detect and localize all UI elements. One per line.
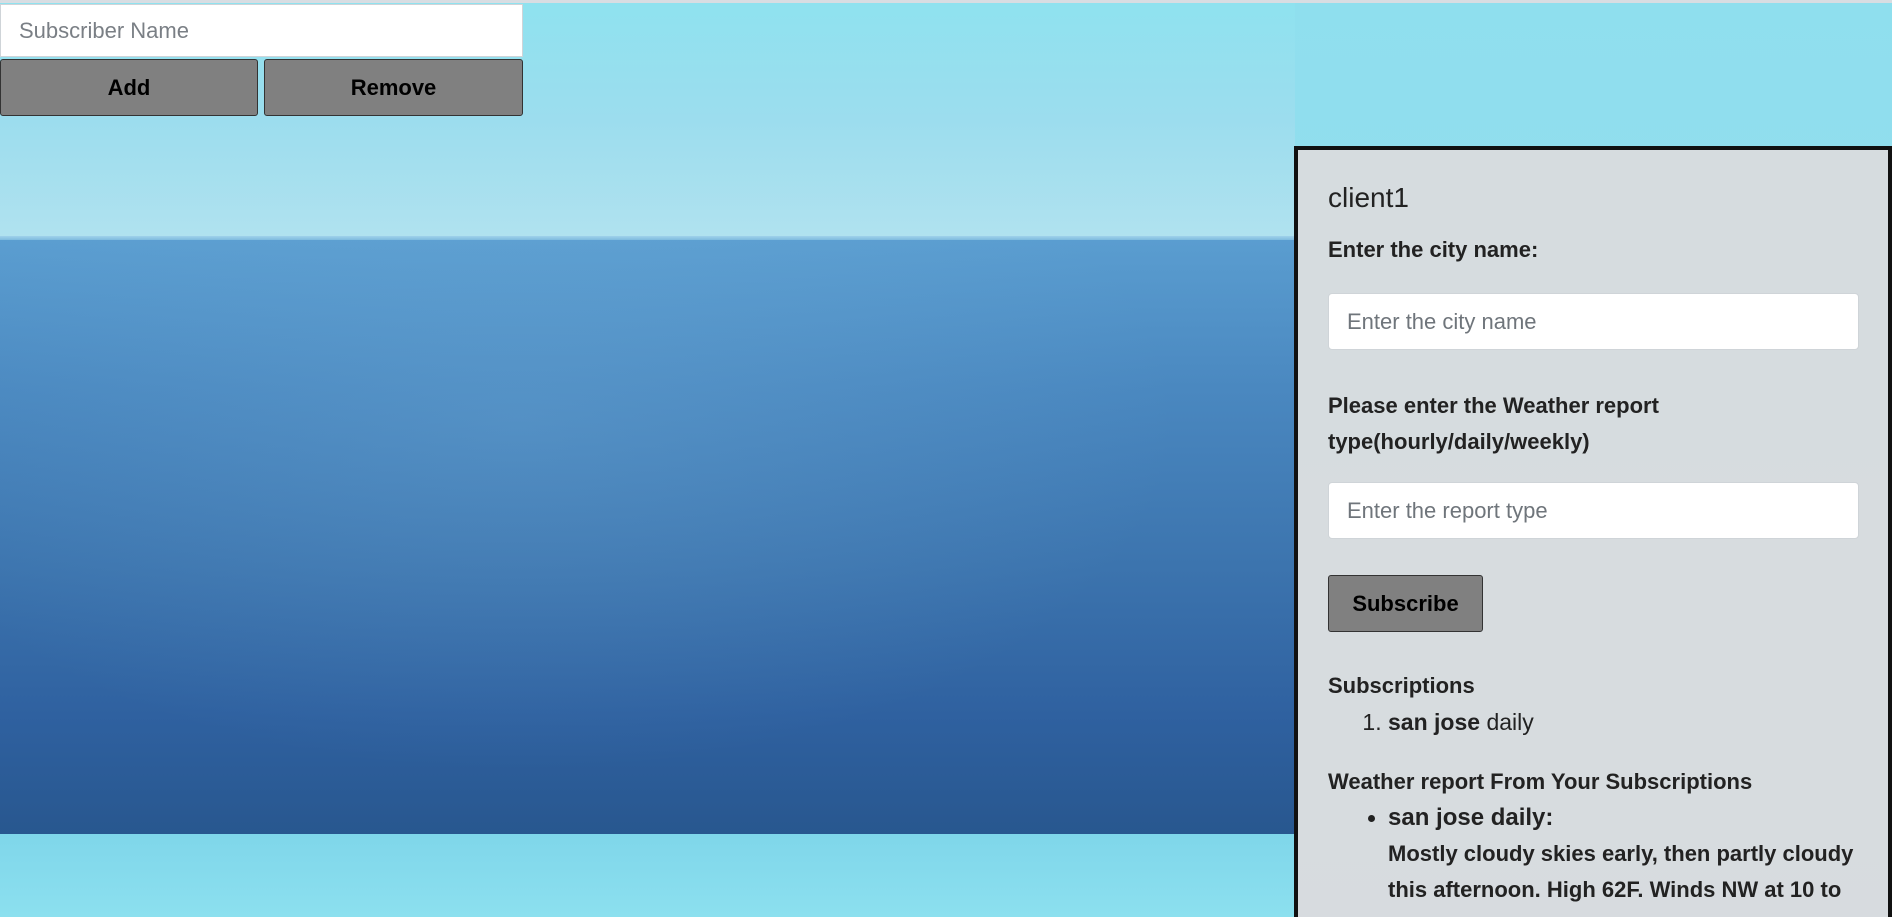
weather-report-heading: Weather report From Your Subscriptions [1328,769,1753,794]
subscription-item: san jose daily [1388,704,1858,740]
weather-report-title: san jose daily: [1388,804,1554,831]
subscriptions-heading: Subscriptions [1328,673,1475,698]
weather-report-item: san jose daily: Mostly cloudy skies earl… [1388,800,1858,917]
subscription-city: san jose [1388,709,1481,735]
weather-report-text: Mostly cloudy skies early, then partly c… [1388,841,1854,917]
weather-report-list: san jose daily: Mostly cloudy skies earl… [1328,800,1858,917]
city-label: Enter the city name: [1328,237,1539,262]
remove-button[interactable]: Remove [264,59,523,116]
background-lower [0,834,1295,917]
client-title: client1 [1328,182,1409,213]
subscriber-name-input[interactable] [0,4,523,57]
add-button[interactable]: Add [0,59,258,116]
subscribe-button[interactable]: Subscribe [1328,575,1483,632]
report-type-label: Please enter the Weather report type(hou… [1328,393,1659,454]
report-type-input[interactable] [1328,482,1859,539]
subscriptions-list: san jose daily [1328,704,1858,740]
city-input[interactable] [1328,293,1859,350]
background-sea [0,240,1295,834]
client-panel: client1 Enter the city name: Please ente… [1294,146,1892,917]
subscription-type: daily [1486,709,1534,735]
